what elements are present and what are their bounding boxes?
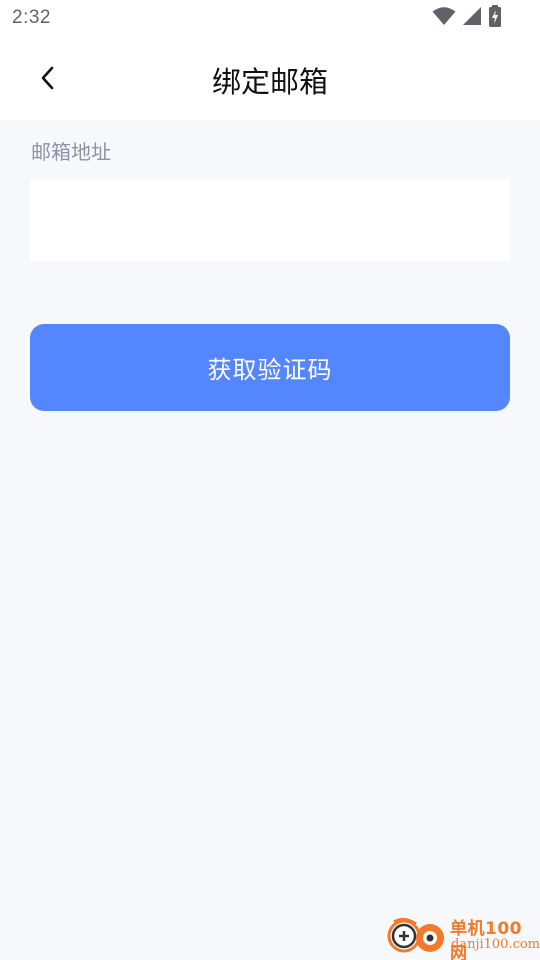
page-title: 绑定邮箱 [211,65,328,99]
watermark: 单机100网 danji100.com [386,914,540,960]
cellular-signal-icon [462,6,482,30]
watermark-logo-icon [386,916,448,960]
email-label: 邮箱地址 [31,140,111,164]
get-verification-code-button[interactable]: 获取验证码 [30,324,510,411]
battery-charging-icon [488,5,502,31]
status-time: 2:32 [12,7,51,28]
app-header: 绑定邮箱 [0,40,540,120]
status-icons [432,5,502,31]
watermark-domain: danji100.com [451,937,540,952]
status-bar: 2:32 [0,0,540,40]
wifi-icon [432,6,456,30]
email-input[interactable] [30,180,510,261]
